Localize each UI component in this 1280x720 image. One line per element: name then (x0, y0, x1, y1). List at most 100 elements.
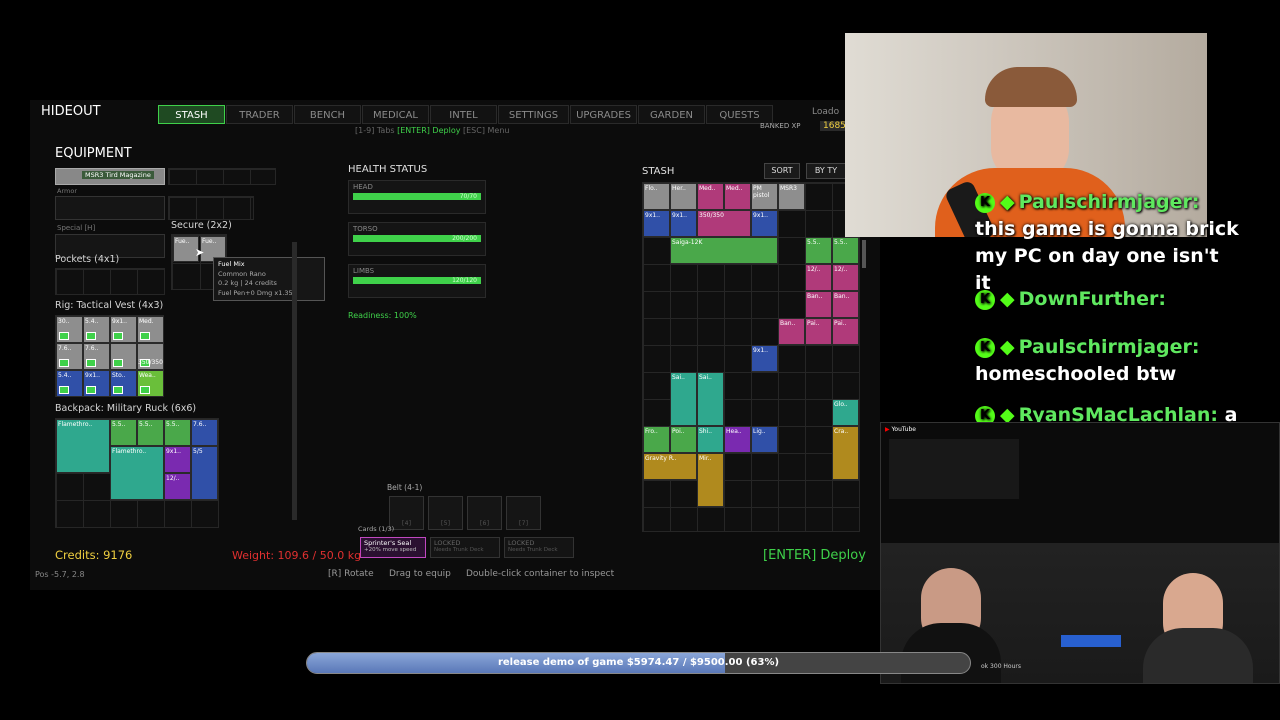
diamond-icon: ◆ (1000, 336, 1015, 358)
belt-slot-3[interactable]: [6] (467, 496, 502, 530)
youtube-button[interactable] (1061, 635, 1121, 647)
rig-grid[interactable]: 30.. 5.4.. 9x1.. Med. 7.6.. 7.6.. 5.4.. 9x1.. St… (55, 315, 164, 397)
belt-slot-2[interactable]: [5] (428, 496, 463, 530)
stash-item[interactable]: Her.. (670, 183, 697, 210)
check-icon (86, 332, 96, 340)
rig-item[interactable]: Med. (137, 316, 164, 343)
card-locked-2[interactable]: LOCKED Needs Trunk Deck (504, 537, 574, 558)
stash-item[interactable]: Cra.. (832, 426, 859, 480)
check-icon (59, 332, 69, 340)
stash-item[interactable]: Shi.. (697, 426, 724, 453)
chat-text: this game is gonna brick my PC on day on… (975, 218, 1239, 294)
stash-item[interactable]: Mir.. (697, 453, 724, 507)
tab-settings[interactable]: SETTINGS (498, 105, 569, 124)
loadout-label[interactable]: Loado (812, 107, 839, 117)
item-tooltip: Fuel Mix Common Rano 0.2 kg | 24 credits… (213, 257, 325, 301)
stash-item[interactable]: Gravity R.. (643, 453, 697, 480)
stash-item[interactable]: 9x1.. (643, 210, 670, 237)
backpack-item[interactable]: 5.5.. (110, 419, 137, 446)
tab-intel[interactable]: INTEL (430, 105, 497, 124)
rig-item[interactable]: Sto.. (110, 370, 137, 397)
stash-item[interactable]: Ban.. (805, 291, 832, 318)
tab-trader[interactable]: TRADER (226, 105, 293, 124)
health-title: HEALTH STATUS (348, 164, 428, 175)
youtube-brand: ▶ YouTube (885, 426, 916, 433)
stash-grid[interactable]: Flo.. Her.. Med.. Med.. PM pistol MSR3 9x1.. 9x… (642, 182, 860, 532)
chat-message: K ◆ Paulschirmjager: this game is gonna br… (975, 189, 1240, 297)
stash-item[interactable]: Sai.. (670, 372, 697, 426)
stash-item[interactable]: 12/.. (805, 264, 832, 291)
health-bar: 120/120 (353, 277, 481, 284)
rig-item[interactable]: 7.6.. (56, 343, 83, 370)
stash-item[interactable]: Ban.. (832, 291, 859, 318)
stash-item[interactable]: Hea.. (724, 426, 751, 453)
stash-item[interactable]: 5.5.. (805, 237, 832, 264)
stash-item[interactable]: Med.. (697, 183, 724, 210)
backpack-item[interactable]: 5.5.. (164, 419, 191, 446)
stash-item[interactable]: MSR3 (778, 183, 805, 210)
backpack-item[interactable]: 7.6.. (191, 419, 218, 446)
backpack-item[interactable]: 9x1.. (164, 446, 191, 473)
backpack-grid[interactable]: Flamethro.. 5.5.. 5.5.. 5.5.. 7.6.. Flamethro… (55, 418, 219, 528)
stash-item[interactable]: PM pistol (751, 183, 778, 210)
stash-item[interactable]: Pai.. (805, 318, 832, 345)
rig-item[interactable]: 7.6.. (83, 343, 110, 370)
equipment-scrollbar[interactable] (292, 242, 297, 520)
stash-item[interactable]: Pai.. (832, 318, 859, 345)
stash-item[interactable]: 5.5.. (832, 237, 859, 264)
tab-stash[interactable]: STASH (158, 105, 225, 124)
card-active-name: Sprinter's Seal (364, 539, 412, 547)
health-name: HEAD (353, 183, 373, 191)
rig-item[interactable]: 9x1.. (83, 370, 110, 397)
stash-item[interactable]: 9x1.. (751, 345, 778, 372)
stash-item[interactable]: 12/.. (832, 264, 859, 291)
rig-item[interactable]: 30.. (56, 316, 83, 343)
belt-label: Belt (4-1) (387, 483, 423, 492)
tab-garden[interactable]: GARDEN (638, 105, 705, 124)
stash-item[interactable]: 9x1.. (670, 210, 697, 237)
stash-item[interactable]: Flo.. (643, 183, 670, 210)
enter-deploy-button[interactable]: [ENTER] Deploy (763, 548, 866, 563)
stash-item[interactable]: Fro.. (643, 426, 670, 453)
youtube-mini-chat (889, 439, 1019, 499)
card-sprinters-seal[interactable]: Sprinter's Seal +20% move speed (360, 537, 426, 558)
backpack-item[interactable]: 5/5 (191, 446, 218, 500)
backpack-item[interactable]: Flamethro.. (110, 446, 164, 500)
tab-bench[interactable]: BENCH (294, 105, 361, 124)
backpack-item[interactable]: 5.5.. (137, 419, 164, 446)
stash-item[interactable]: Sai.. (697, 372, 724, 426)
sort-button[interactable]: SORT (764, 163, 800, 179)
backpack-item[interactable]: 12/.. (164, 473, 191, 500)
tab-upgrades[interactable]: UPGRADES (570, 105, 637, 124)
belt-slot-1[interactable]: [4] (389, 496, 424, 530)
rig-item[interactable]: 9x1.. (110, 316, 137, 343)
stash-item[interactable]: Poi.. (670, 426, 697, 453)
donation-progress-bar: release demo of game $5974.47 / $9500.00… (306, 652, 971, 674)
magazine-slot[interactable]: MSR3 Tird Magazine (55, 168, 165, 185)
tab-medical[interactable]: MEDICAL (362, 105, 429, 124)
card-locked-1[interactable]: LOCKED Needs Trunk Deck (430, 537, 500, 558)
rig-item[interactable] (110, 343, 137, 370)
backpack-item[interactable]: Flamethro.. (56, 419, 110, 473)
stash-saiga[interactable]: Saiga-12K (670, 237, 778, 264)
by-type-button[interactable]: BY TY (806, 163, 846, 179)
stash-item[interactable]: 9x1.. (751, 210, 778, 237)
stash-item-wide[interactable]: 350/350 (697, 210, 751, 237)
check-icon (59, 386, 69, 394)
stash-item[interactable]: Lig.. (751, 426, 778, 453)
armor-slot[interactable] (55, 196, 165, 220)
belt-slot-4[interactable]: [7] (506, 496, 541, 530)
health-torso: TORSO 200/200 (348, 222, 486, 256)
stash-item[interactable]: Ban.. (778, 318, 805, 345)
stash-item[interactable]: Med.. (724, 183, 751, 210)
magazine-item[interactable]: MSR3 Tird Magazine (82, 171, 154, 179)
tooltip-stats: 0.2 kg | 24 credits (218, 279, 277, 287)
stash-scrollbar[interactable] (862, 240, 866, 268)
rig-item[interactable]: 5.4.. (83, 316, 110, 343)
rig-item[interactable]: Wea.. (137, 370, 164, 397)
stash-item[interactable]: Glo.. (832, 399, 859, 426)
check-icon (140, 332, 150, 340)
rig-item[interactable]: 5.4.. (56, 370, 83, 397)
card-locked-label: LOCKED (508, 539, 535, 547)
pockets-grid[interactable] (55, 268, 165, 295)
